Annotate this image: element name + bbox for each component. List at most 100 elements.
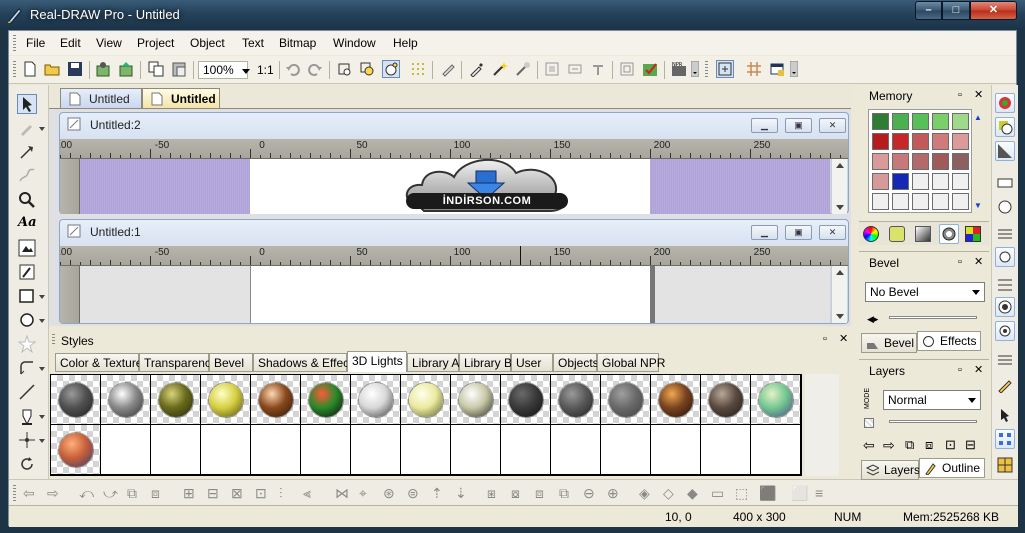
mirror-icon[interactable]: ⬚ — [735, 485, 751, 501]
chevron-down-icon[interactable] — [242, 69, 250, 74]
ellipse-tool-icon[interactable] — [18, 311, 36, 329]
intersect-icon[interactable]: ⧈ — [535, 485, 551, 501]
lens-docker-icon[interactable] — [995, 297, 1015, 317]
open-folder-icon[interactable] — [44, 61, 60, 77]
styles-tab-transparency[interactable]: Transparency — [139, 353, 217, 372]
transform-tool-icon[interactable] — [18, 431, 36, 449]
close-icon[interactable]: ✕ — [974, 257, 985, 268]
zoom-tool-icon[interactable] — [18, 191, 36, 209]
center-icon[interactable]: ⊡ — [255, 485, 271, 501]
close-icon[interactable]: ✕ — [974, 90, 985, 101]
distribute-icon[interactable]: ⊠ — [231, 485, 247, 501]
memory-color-swatch[interactable] — [912, 113, 929, 130]
layer-merge-icon[interactable]: ⊡ — [945, 437, 956, 453]
more-options-dropdown[interactable] — [790, 61, 798, 77]
flip-vertical-icon[interactable]: ⊜ — [407, 485, 423, 501]
to-back-icon[interactable]: ⇣ — [455, 485, 471, 501]
memory-color-swatch[interactable] — [892, 113, 909, 130]
close-icon[interactable]: ✕ — [839, 334, 850, 345]
paint-tool-icon[interactable] — [18, 263, 36, 281]
style-swatch[interactable] — [751, 375, 801, 425]
style-swatch[interactable] — [551, 375, 601, 425]
pin-icon[interactable]: ▫ — [958, 257, 969, 268]
tab-bevel[interactable]: Bevel — [861, 333, 917, 353]
combine-icon[interactable]: ⧉ — [127, 485, 143, 501]
fill-tool-icon[interactable] — [18, 407, 36, 425]
styles-tab-shadows-effects[interactable]: Shadows & Effects — [253, 353, 359, 372]
gradient-docker-icon[interactable] — [995, 141, 1015, 161]
bevel-preset-select[interactable]: No Bevel — [865, 282, 985, 302]
gallery-scrollbar[interactable] — [805, 374, 839, 476]
style-swatch[interactable] — [501, 375, 551, 425]
sparkle-wand-icon[interactable] — [515, 61, 531, 77]
space-horizontal-icon[interactable]: ⫶ — [279, 485, 295, 501]
toolbar-grip[interactable] — [13, 61, 16, 79]
close-icon[interactable]: ✕ — [974, 365, 985, 376]
guides-icon[interactable] — [769, 61, 785, 77]
memory-color-swatch[interactable] — [952, 153, 969, 170]
text-tool-icon[interactable]: Aa — [18, 215, 37, 233]
document-tab[interactable]: Untitled — [60, 88, 142, 109]
close-button[interactable]: ✕ — [970, 1, 1017, 20]
grid-icon[interactable] — [746, 61, 762, 77]
color-docker-icon[interactable] — [995, 93, 1015, 113]
menubar-grip[interactable] — [13, 35, 16, 51]
memory-color-swatch[interactable] — [892, 133, 909, 150]
menu-file[interactable]: File — [26, 36, 45, 50]
tab-outline[interactable]: Outline — [919, 458, 985, 478]
document-tab-active[interactable]: Untitled — [142, 88, 220, 109]
chevron-down-icon[interactable] — [39, 127, 45, 131]
undo-icon[interactable] — [285, 61, 301, 77]
window-restore-button[interactable]: ▣ — [785, 118, 812, 133]
align-top-icon[interactable]: ⊞ — [183, 485, 199, 501]
save-icon[interactable] — [67, 61, 83, 77]
memory-color-swatch[interactable] — [912, 153, 929, 170]
memory-color-swatch[interactable] — [912, 133, 929, 150]
rectangle-tool-icon[interactable] — [18, 287, 36, 305]
transparency-docker-icon[interactable] — [995, 247, 1015, 267]
window-minimize-button[interactable]: ▁ — [751, 118, 778, 133]
slider-arrows-icon[interactable]: ◀▸ — [867, 314, 878, 325]
styles-tab-color-texture[interactable]: Color & Texture — [55, 353, 142, 372]
snap-icon[interactable] — [382, 60, 400, 78]
shadow-docker-icon[interactable] — [995, 321, 1015, 341]
actual-size-button[interactable]: 1:1 — [257, 63, 274, 77]
memory-color-swatch[interactable] — [952, 113, 969, 130]
mixer-icon[interactable] — [889, 226, 905, 242]
style-swatch[interactable] — [101, 375, 151, 425]
memory-color-swatch[interactable] — [892, 173, 909, 190]
contour-icon[interactable]: ▭ — [711, 485, 727, 501]
scroll-down-arrow[interactable]: ▼ — [974, 201, 982, 210]
grid-docker-icon[interactable] — [995, 429, 1015, 449]
styles-tab-library-b[interactable]: Library B — [459, 353, 512, 372]
style-swatch[interactable] — [351, 375, 401, 425]
window-restore-button[interactable]: ▣ — [785, 225, 812, 240]
styles-tab-bevel[interactable]: Bevel — [209, 353, 253, 372]
cut-icon[interactable]: ⬜ — [791, 485, 808, 501]
envelope-icon[interactable]: ⬛ — [759, 485, 776, 501]
magic-wand-icon[interactable] — [492, 61, 508, 77]
move-left-icon[interactable]: ⇦ — [863, 437, 875, 454]
styles-tab-user[interactable]: User — [511, 353, 553, 372]
freehand-tool-icon[interactable] — [18, 167, 36, 185]
brush-icon[interactable] — [440, 61, 456, 77]
scroll-up-arrow[interactable] — [836, 163, 844, 168]
minimize-button[interactable]: – — [915, 1, 942, 20]
memory-color-swatch[interactable] — [892, 153, 909, 170]
node-tool-icon[interactable] — [18, 143, 36, 161]
fill-docker-icon[interactable] — [995, 117, 1015, 137]
toolbar-grip[interactable] — [705, 61, 708, 79]
chevron-down-icon[interactable] — [39, 367, 45, 371]
memory-color-swatch[interactable] — [912, 173, 929, 190]
color-wheel-icon[interactable] — [863, 226, 879, 242]
style-swatch[interactable] — [601, 375, 651, 425]
panel-grip[interactable] — [52, 334, 55, 346]
gradient-icon[interactable] — [915, 226, 931, 242]
pin-icon[interactable]: ▫ — [958, 90, 969, 101]
connector-tool-icon[interactable] — [18, 359, 36, 377]
shape-docker-icon[interactable] — [997, 199, 1013, 215]
more-icon[interactable]: ≡ — [815, 485, 831, 501]
window-close-button[interactable]: ✕ — [819, 118, 846, 133]
chevron-down-icon[interactable] — [39, 319, 45, 323]
menu-text[interactable]: Text — [242, 36, 264, 50]
